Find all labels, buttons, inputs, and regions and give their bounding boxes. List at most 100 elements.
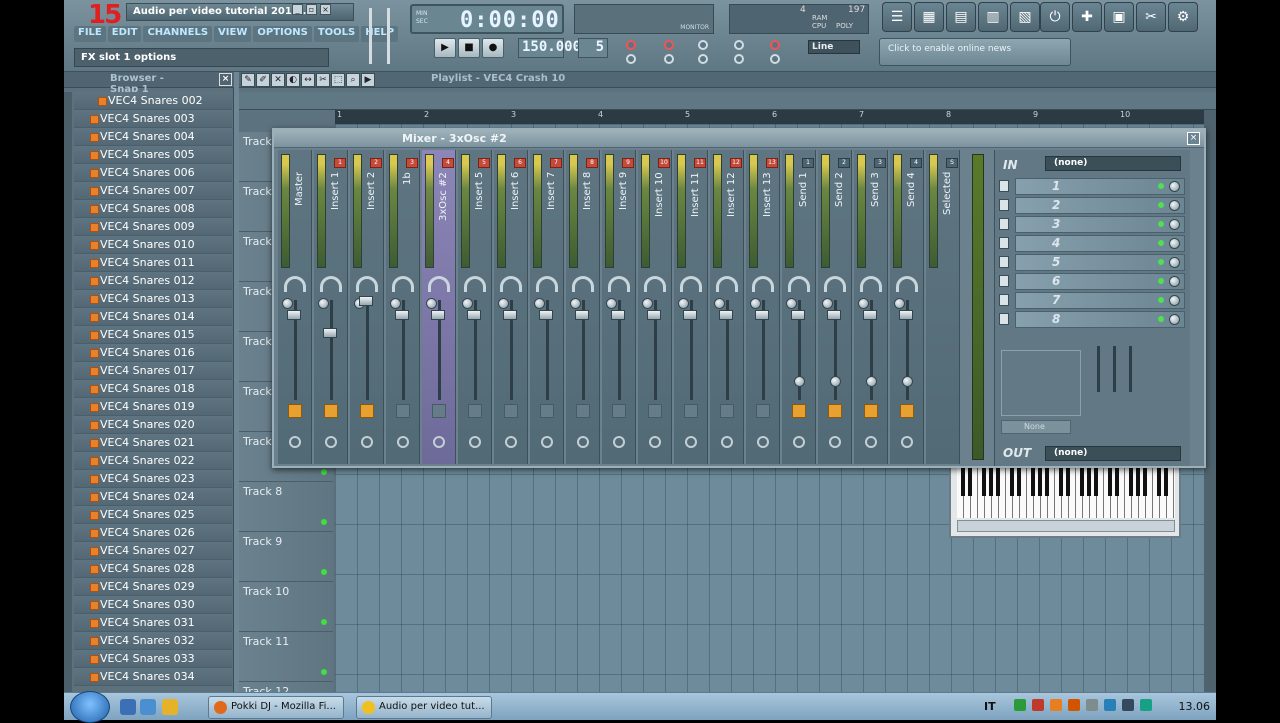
piano-black-key[interactable] [1164, 468, 1168, 496]
volume-fader[interactable] [827, 310, 841, 320]
fx-enable-button[interactable] [864, 404, 878, 418]
browser-item[interactable]: VEC4 Snares 012 [74, 272, 232, 290]
slot-mix-knob[interactable] [1169, 314, 1180, 325]
slot-menu-button[interactable] [999, 199, 1009, 211]
show-desktop-icon[interactable] [120, 699, 136, 715]
piano-black-key[interactable] [982, 468, 986, 496]
mute-icon[interactable]: ◐ [286, 73, 300, 87]
tray-icon[interactable] [1014, 699, 1026, 711]
network-icon[interactable] [1104, 699, 1116, 711]
pan-knob[interactable] [464, 276, 486, 292]
tray-icon[interactable] [1050, 699, 1062, 711]
pan-knob[interactable] [644, 276, 666, 292]
pan-knob[interactable] [896, 276, 918, 292]
stereo-knob[interactable] [822, 298, 833, 309]
browser-item[interactable]: VEC4 Snares 008 [74, 200, 232, 218]
playlist-navigator[interactable] [239, 92, 1216, 110]
menu-channels[interactable]: CHANNELS [143, 26, 213, 42]
browser-item[interactable]: VEC4 Snares 031 [74, 614, 232, 632]
piano-black-key[interactable] [1038, 468, 1042, 496]
piano-scrollbar[interactable] [957, 520, 1175, 532]
track-mute-led[interactable] [321, 469, 327, 475]
stop-button[interactable]: ■ [458, 38, 480, 58]
start-button[interactable] [70, 691, 110, 723]
slot-menu-button[interactable] [999, 275, 1009, 287]
volume-fader[interactable] [647, 310, 661, 320]
browser-item[interactable]: VEC4 Snares 027 [74, 542, 232, 560]
piano-black-key[interactable] [1087, 468, 1091, 496]
snap-selector[interactable]: Line [808, 40, 860, 54]
pan-knob[interactable] [284, 276, 306, 292]
volume-fader[interactable] [431, 310, 445, 320]
pan-knob[interactable] [716, 276, 738, 292]
fx-enable-button[interactable] [612, 404, 626, 418]
fx-enable-button[interactable] [468, 404, 482, 418]
close-icon[interactable]: × [219, 73, 232, 86]
browser-item[interactable]: VEC4 Snares 015 [74, 326, 232, 344]
slice-icon[interactable]: ✂ [316, 73, 330, 87]
browser-item[interactable]: VEC4 Snares 023 [74, 470, 232, 488]
pan-knob[interactable] [680, 276, 702, 292]
toggle-indicator[interactable] [664, 40, 674, 50]
piano-black-key[interactable] [1045, 468, 1049, 496]
volume-fader[interactable] [287, 310, 301, 320]
stereo-knob[interactable] [642, 298, 653, 309]
mixer-strip[interactable]: 12 Insert 12 [710, 150, 744, 464]
select-icon[interactable]: ⬚ [331, 73, 345, 87]
piano-black-key[interactable] [1080, 468, 1084, 496]
stereo-knob[interactable] [318, 298, 329, 309]
browser-scrollbar[interactable] [64, 92, 72, 692]
pan-knob[interactable] [752, 276, 774, 292]
mixer-strip[interactable]: S Selected [926, 150, 960, 464]
slot-mix-knob[interactable] [1169, 238, 1180, 249]
mixer-strip[interactable]: 6 Insert 6 [494, 150, 528, 464]
piano-black-keys[interactable] [957, 468, 1175, 496]
browser-item[interactable]: VEC4 Snares 003 [74, 110, 232, 128]
fx-enable-button[interactable] [828, 404, 842, 418]
tray-icon[interactable] [1068, 699, 1080, 711]
language-indicator[interactable]: IT [984, 700, 996, 713]
mixer-icon[interactable]: ▧ [1010, 2, 1040, 32]
browser-item[interactable]: VEC4 Snares 017 [74, 362, 232, 380]
stereo-knob[interactable] [534, 298, 545, 309]
slot-enable-led[interactable] [1158, 221, 1164, 227]
pan-knob[interactable] [428, 276, 450, 292]
slot-mix-knob[interactable] [1169, 200, 1180, 211]
close-button[interactable]: × [320, 4, 331, 15]
browser-item[interactable]: VEC4 Snares 029 [74, 578, 232, 596]
mixer-strip[interactable]: 2 Insert 2 [350, 150, 384, 464]
wrench-icon[interactable]: ⚙ [1168, 2, 1198, 32]
fx-enable-button[interactable] [648, 404, 662, 418]
fx-slot[interactable]: 2 [1015, 197, 1185, 214]
piano-black-key[interactable] [1059, 468, 1063, 496]
timeline-ruler[interactable]: 1 2 3 4 5 6 7 8 9 10 [335, 110, 1216, 124]
stereo-knob[interactable] [750, 298, 761, 309]
fx-slot[interactable]: 1 [1015, 178, 1185, 195]
record-button[interactable]: ● [482, 38, 504, 58]
slot-enable-led[interactable] [1158, 240, 1164, 246]
fx-enable-button[interactable] [900, 404, 914, 418]
channel-rack-icon[interactable]: ▥ [978, 2, 1008, 32]
power-icon[interactable]: ⏻ [1040, 2, 1070, 32]
toggle-indicator[interactable] [698, 54, 708, 64]
plugin-add-icon[interactable]: ✚ [1072, 2, 1102, 32]
menu-edit[interactable]: EDIT [107, 26, 142, 42]
volume-fader[interactable] [863, 310, 877, 320]
slot-mix-knob[interactable] [1169, 295, 1180, 306]
menu-file[interactable]: FILE [74, 26, 106, 42]
track-header[interactable]: Track 9 [239, 532, 333, 582]
browser-item[interactable]: VEC4 Snares 011 [74, 254, 232, 272]
track-mute-led[interactable] [321, 519, 327, 525]
piano-black-key[interactable] [1031, 468, 1035, 496]
online-news-panel[interactable]: Click to enable online news [879, 38, 1071, 66]
route-button[interactable] [397, 436, 409, 448]
flag-icon[interactable] [1122, 699, 1134, 711]
browser-item[interactable]: VEC4 Snares 002 [74, 92, 232, 110]
route-button[interactable] [901, 436, 913, 448]
browser-item[interactable]: VEC4 Snares 032 [74, 632, 232, 650]
track-mute-led[interactable] [321, 669, 327, 675]
route-button[interactable] [721, 436, 733, 448]
route-button[interactable] [361, 436, 373, 448]
pattern-selector[interactable]: 5 [578, 38, 608, 58]
chrome-icon[interactable] [162, 699, 178, 715]
